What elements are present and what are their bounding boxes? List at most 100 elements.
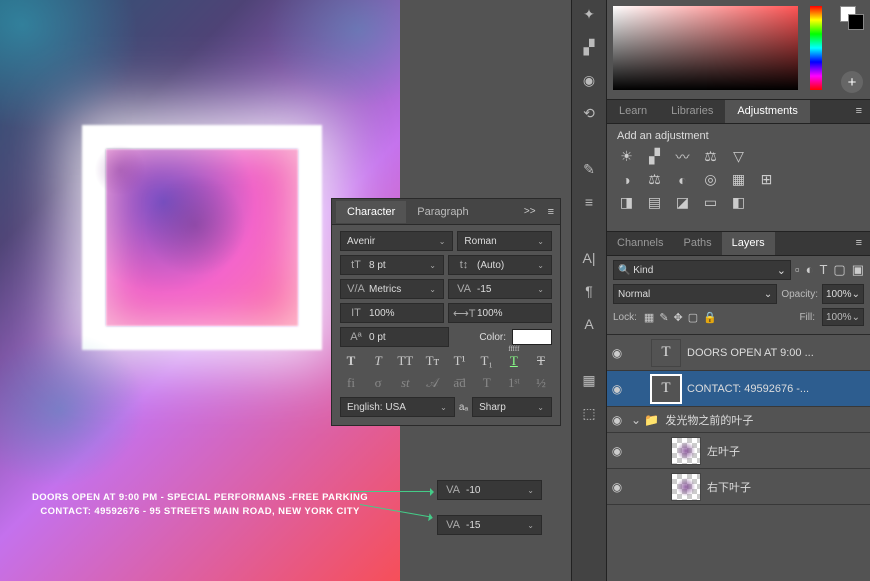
- color-field[interactable]: [613, 6, 798, 90]
- invert-icon[interactable]: ◨: [617, 194, 636, 211]
- superscript-button[interactable]: T¹: [449, 353, 471, 369]
- layer-row[interactable]: ◉ 右下叶子: [607, 469, 870, 505]
- vibrance-icon[interactable]: ▽: [729, 148, 748, 165]
- tab-character[interactable]: Character: [336, 201, 406, 223]
- vscale-value[interactable]: 100%: [367, 308, 439, 319]
- tab-layers[interactable]: Layers: [722, 232, 775, 255]
- chevron-down-icon[interactable]: ⌄: [534, 403, 547, 412]
- brightness-icon[interactable]: ☀: [617, 148, 636, 165]
- tracking-value[interactable]: -15: [475, 284, 534, 295]
- lock-position-icon[interactable]: ✥: [674, 311, 683, 324]
- smallcaps-button[interactable]: Tᴛ: [421, 353, 443, 369]
- tab-learn[interactable]: Learn: [607, 100, 659, 123]
- fractions2-button[interactable]: ½: [530, 375, 552, 391]
- ordinals-button[interactable]: T: [476, 375, 498, 391]
- titling-alt-button[interactable]: a͞d: [449, 375, 471, 391]
- chevron-down-icon[interactable]: ⌄: [426, 285, 439, 294]
- layer-row[interactable]: ◉ T CONTACT: 49592676 -...: [607, 371, 870, 407]
- tab-paths[interactable]: Paths: [673, 232, 721, 255]
- tab-paragraph[interactable]: Paragraph: [406, 201, 479, 223]
- histogram-icon[interactable]: ▞: [579, 37, 599, 57]
- tracking-field[interactable]: VA -15 ⌄: [437, 515, 542, 535]
- brush-settings-icon[interactable]: ≡: [579, 192, 599, 212]
- layer-row[interactable]: ◉ T DOORS OPEN AT 9:00 ...: [607, 335, 870, 371]
- vscale-field[interactable]: IT 100%: [340, 303, 444, 323]
- layer-name[interactable]: 左叶子: [707, 443, 868, 459]
- filter-type-icon[interactable]: T: [819, 262, 827, 278]
- layer-filter-kind-dropdown[interactable]: 🔍 Kind ⌄: [613, 260, 791, 280]
- add-to-swatches-button[interactable]: +: [841, 71, 863, 93]
- italic-button[interactable]: T: [367, 353, 389, 369]
- subscript-button[interactable]: T₁: [476, 353, 498, 369]
- filter-smart-icon[interactable]: ▣: [852, 262, 864, 278]
- hscale-value[interactable]: 100%: [475, 308, 547, 319]
- tracking-field[interactable]: VA -15 ⌄: [448, 279, 552, 299]
- eye-panel-icon[interactable]: ◉: [579, 70, 599, 90]
- hscale-field[interactable]: ⟷T 100%: [448, 303, 552, 323]
- layer-name[interactable]: 发光物之前的叶子: [665, 412, 868, 428]
- underline-button[interactable]: fffffT: [503, 353, 525, 369]
- collapse-panel-icon[interactable]: >>: [518, 206, 542, 217]
- antialias-dropdown[interactable]: Sharp ⌄: [472, 397, 552, 417]
- fractions-button[interactable]: 1ˢᵗ: [503, 375, 525, 391]
- visibility-toggle[interactable]: ◉: [609, 346, 625, 360]
- character-panel-icon[interactable]: A|: [579, 248, 599, 268]
- blend-mode-dropdown[interactable]: Normal ⌄: [613, 284, 777, 304]
- levels-icon[interactable]: ▞: [645, 148, 664, 165]
- chevron-down-icon[interactable]: ⌄: [534, 285, 547, 294]
- font-family-dropdown[interactable]: Avenir ⌄: [340, 231, 453, 251]
- layer-name[interactable]: DOORS OPEN AT 9:00 ...: [687, 347, 868, 359]
- chevron-down-icon[interactable]: ⌄: [534, 261, 547, 270]
- opacity-value[interactable]: 100%: [826, 289, 852, 300]
- font-size-field[interactable]: tT 8 pt ⌄: [340, 255, 444, 275]
- fill-value[interactable]: 100%: [826, 312, 852, 323]
- tab-adjustments[interactable]: Adjustments: [725, 100, 810, 123]
- text-color-swatch[interactable]: [512, 329, 552, 345]
- stylistic-alt-button[interactable]: 𝒜: [421, 375, 443, 391]
- filter-shape-icon[interactable]: ▢: [833, 262, 845, 278]
- visibility-toggle[interactable]: ◉: [609, 413, 625, 427]
- brush-panel-icon[interactable]: ✎: [579, 159, 599, 179]
- selective-color-icon[interactable]: ◧: [729, 194, 748, 211]
- lock-paint-icon[interactable]: ✎: [659, 311, 668, 324]
- folder-toggle-icon[interactable]: ⌄ 📁: [631, 413, 659, 427]
- fill-field[interactable]: 100% ⌄: [822, 308, 864, 326]
- tracking-value[interactable]: -15: [464, 520, 524, 531]
- font-size-value[interactable]: 8 pt: [367, 260, 426, 271]
- lock-all-icon[interactable]: 🔒: [703, 311, 717, 324]
- layer-folder-row[interactable]: ◉ ⌄ 📁 发光物之前的叶子: [607, 407, 870, 433]
- layer-name[interactable]: CONTACT: 49592676 -...: [687, 383, 868, 395]
- ligatures-button[interactable]: fi: [340, 375, 362, 391]
- layer-thumbnail[interactable]: T: [651, 339, 681, 367]
- hue-sat-icon[interactable]: ◑: [617, 171, 636, 188]
- poster-text-line1[interactable]: DOORS OPEN AT 9:00 PM - SPECIAL PERFORMA…: [0, 491, 400, 505]
- photo-filter-icon[interactable]: ◎: [701, 171, 720, 188]
- tracking-value[interactable]: -10: [464, 485, 524, 496]
- panel-menu-icon[interactable]: ≡: [848, 232, 870, 255]
- strikethrough-button[interactable]: T: [530, 353, 552, 369]
- layer-name[interactable]: 右下叶子: [707, 479, 868, 495]
- chevron-down-icon[interactable]: ⌄: [426, 261, 439, 270]
- tracking-field[interactable]: VA -10 ⌄: [437, 480, 542, 500]
- bold-button[interactable]: T: [340, 353, 362, 369]
- threshold-icon[interactable]: ◪: [673, 194, 692, 211]
- chevron-down-icon[interactable]: ⌄: [436, 237, 449, 246]
- layer-thumbnail[interactable]: T: [651, 375, 681, 403]
- layer-thumbnail[interactable]: [671, 437, 701, 465]
- language-dropdown[interactable]: English: USA ⌄: [340, 397, 455, 417]
- lock-transparent-icon[interactable]: ▦: [644, 311, 654, 324]
- gradient-map-icon[interactable]: ▭: [701, 194, 720, 211]
- visibility-toggle[interactable]: ◉: [609, 444, 625, 458]
- filter-pixel-icon[interactable]: ▫: [795, 262, 800, 278]
- filter-adjustment-icon[interactable]: ◐: [806, 262, 814, 278]
- history-icon[interactable]: ⟲: [579, 103, 599, 123]
- posterize-icon[interactable]: ▤: [645, 194, 664, 211]
- color-balance-icon[interactable]: ⚖: [645, 171, 664, 188]
- baseline-value[interactable]: 0 pt: [367, 332, 444, 343]
- visibility-toggle[interactable]: ◉: [609, 480, 625, 494]
- tab-channels[interactable]: Channels: [607, 232, 673, 255]
- exposure-icon[interactable]: ⚖: [701, 148, 720, 165]
- baseline-shift-field[interactable]: Aª 0 pt: [340, 327, 449, 347]
- chevron-down-icon[interactable]: ⌄: [534, 237, 547, 246]
- paragraph-panel-icon[interactable]: ¶: [579, 281, 599, 301]
